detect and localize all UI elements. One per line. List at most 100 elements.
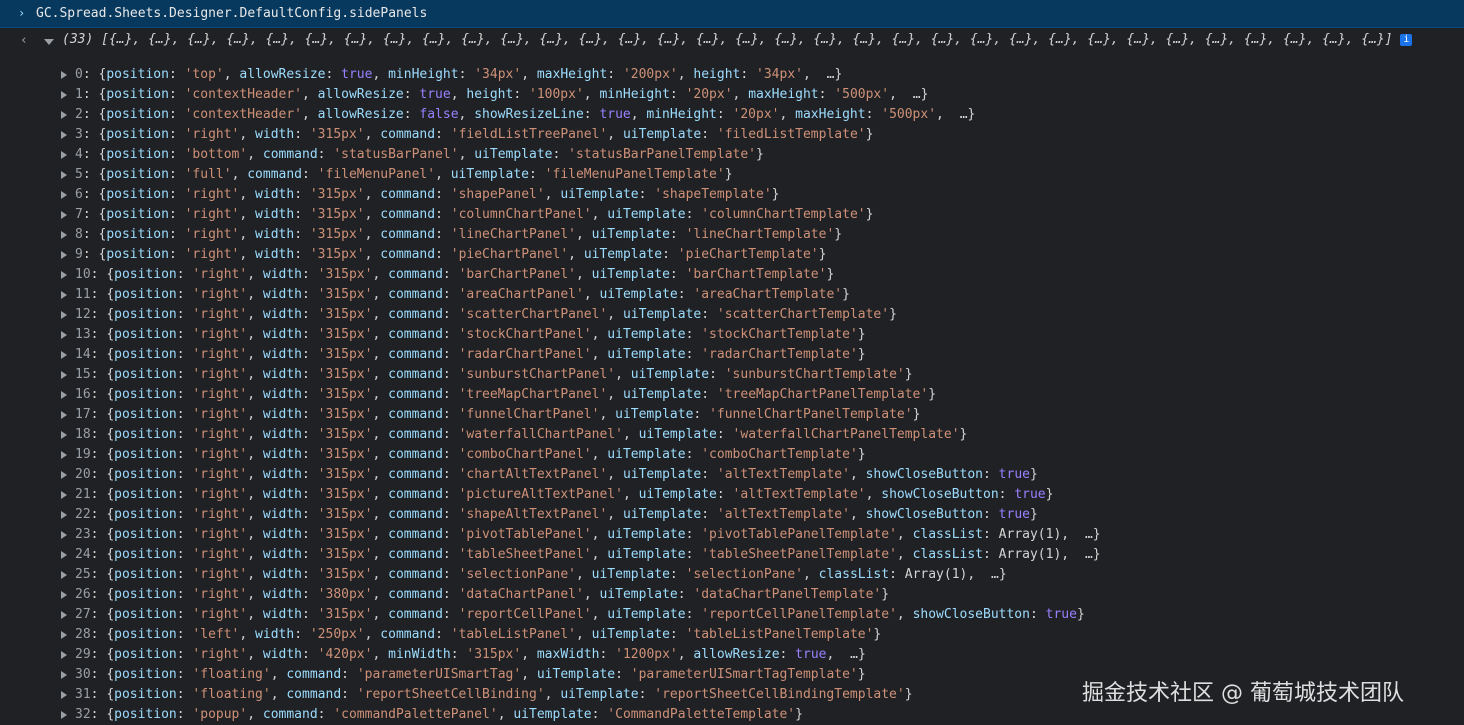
console-entry-row[interactable]: 3: {position: 'right', width: '315px', c… — [0, 125, 1464, 145]
expand-arrow-icon[interactable] — [61, 451, 67, 459]
console-entry-row[interactable]: 15: {position: 'right', width: '315px', … — [0, 365, 1464, 385]
console-input-line[interactable]: › GC.Spread.Sheets.Designer.DefaultConfi… — [0, 0, 1464, 28]
console-entry-row[interactable]: 27: {position: 'right', width: '315px', … — [0, 605, 1464, 625]
property-value: 'full' — [184, 167, 232, 182]
console-entry-row[interactable]: 9: {position: 'right', width: '315px', c… — [0, 245, 1464, 265]
expand-arrow-icon[interactable] — [61, 91, 67, 99]
property-key: uiTemplate — [630, 367, 710, 382]
console-entry-row[interactable]: 12: {position: 'right', width: '315px', … — [0, 305, 1464, 325]
expand-arrow-icon[interactable] — [61, 191, 67, 199]
expand-arrow-icon[interactable] — [61, 471, 67, 479]
property-key: maxHeight — [536, 67, 608, 82]
expand-arrow-icon[interactable] — [61, 211, 67, 219]
property-key: maxWidth — [536, 647, 600, 662]
expand-arrow-icon[interactable] — [61, 591, 67, 599]
console-entry-row[interactable]: 21: {position: 'right', width: '315px', … — [0, 485, 1464, 505]
entry-content: 27: {position: 'right', width: '315px', … — [75, 607, 1085, 622]
expand-arrow-icon[interactable] — [61, 491, 67, 499]
entry-index: 30 — [75, 667, 91, 682]
console-entry-row[interactable]: 28: {position: 'left', width: '250px', c… — [0, 625, 1464, 645]
console-entry-row[interactable]: 11: {position: 'right', width: '315px', … — [0, 285, 1464, 305]
expand-arrow-icon[interactable] — [61, 431, 67, 439]
expand-arrow-icon[interactable] — [61, 231, 67, 239]
expand-arrow-icon[interactable] — [61, 671, 67, 679]
console-entry-row[interactable]: 20: {position: 'right', width: '315px', … — [0, 465, 1464, 485]
expand-arrow-icon[interactable] — [61, 691, 67, 699]
array-summary[interactable]: (33) [{…}, {…}, {…}, {…}, {…}, {…}, {…},… — [62, 30, 1456, 49]
expand-arrow-icon[interactable] — [61, 111, 67, 119]
property-key: uiTemplate — [607, 447, 686, 462]
expand-arrow-icon[interactable] — [61, 351, 67, 359]
console-entry-row[interactable]: 32: {position: 'popup', command: 'comman… — [0, 705, 1464, 725]
property-key: uiTemplate — [615, 407, 694, 422]
console-entry-row[interactable]: 5: {position: 'full', command: 'fileMenu… — [0, 165, 1464, 185]
expand-arrow-icon[interactable] — [61, 171, 67, 179]
property-value: 'right' — [192, 567, 248, 582]
property-key: uiTemplate — [622, 307, 702, 322]
property-value: true — [1045, 607, 1077, 622]
expand-triangle-icon[interactable] — [44, 39, 54, 45]
property-value: 'columnChartPanel' — [450, 207, 592, 222]
console-entry-row[interactable]: 13: {position: 'right', width: '315px', … — [0, 325, 1464, 345]
entry-index: 18 — [75, 427, 91, 442]
expand-arrow-icon[interactable] — [61, 531, 67, 539]
console-entry-row[interactable]: 10: {position: 'right', width: '315px', … — [0, 265, 1464, 285]
console-entry-row[interactable]: 14: {position: 'right', width: '315px', … — [0, 345, 1464, 365]
console-entry-row[interactable]: 8: {position: 'right', width: '315px', c… — [0, 225, 1464, 245]
entry-content: 16: {position: 'right', width: '315px', … — [75, 387, 937, 402]
expand-arrow-icon[interactable] — [61, 331, 67, 339]
property-value: 'commandPalettePanel' — [333, 707, 498, 722]
console-entry-row[interactable]: 29: {position: 'right', width: '420px', … — [0, 645, 1464, 665]
entry-index: 24 — [75, 547, 91, 562]
expand-arrow-icon[interactable] — [61, 71, 67, 79]
ellipsis: … — [826, 67, 835, 82]
expand-arrow-icon[interactable] — [61, 511, 67, 519]
expand-arrow-icon[interactable] — [61, 151, 67, 159]
expand-arrow-icon[interactable] — [61, 291, 67, 299]
entry-content: 29: {position: 'right', width: '420px', … — [75, 647, 866, 662]
expand-arrow-icon[interactable] — [61, 371, 67, 379]
expand-arrow-icon[interactable] — [61, 571, 67, 579]
console-entry-row[interactable]: 25: {position: 'right', width: '315px', … — [0, 565, 1464, 585]
expand-arrow-icon[interactable] — [61, 131, 67, 139]
info-icon[interactable]: i — [1400, 33, 1413, 46]
console-entry-row[interactable]: 17: {position: 'right', width: '315px', … — [0, 405, 1464, 425]
property-key: position — [114, 667, 177, 682]
console-entry-row[interactable]: 19: {position: 'right', width: '315px', … — [0, 445, 1464, 465]
console-entry-row[interactable]: 16: {position: 'right', width: '315px', … — [0, 385, 1464, 405]
expand-arrow-icon[interactable] — [61, 391, 67, 399]
console-entry-row[interactable]: 7: {position: 'right', width: '315px', c… — [0, 205, 1464, 225]
property-value: 'lineChartPanel' — [450, 227, 576, 242]
property-value: '315px' — [317, 347, 373, 362]
console-entry-row[interactable]: 26: {position: 'right', width: '380px', … — [0, 585, 1464, 605]
expand-arrow-icon[interactable] — [61, 311, 67, 319]
console-entry-row[interactable]: 1: {position: 'contextHeader', allowResi… — [0, 85, 1464, 105]
expand-arrow-icon[interactable] — [61, 651, 67, 659]
property-value: 'floating' — [192, 687, 271, 702]
property-key: command — [262, 707, 318, 722]
expand-arrow-icon[interactable] — [61, 251, 67, 259]
console-entry-row[interactable]: 2: {position: 'contextHeader', allowResi… — [0, 105, 1464, 125]
property-key: position — [114, 487, 177, 502]
console-entry-row[interactable]: 0: {position: 'top', allowResize: true, … — [0, 65, 1464, 85]
console-entry-row[interactable]: 6: {position: 'right', width: '315px', c… — [0, 185, 1464, 205]
property-value: '315px' — [317, 487, 373, 502]
expand-arrow-icon[interactable] — [61, 551, 67, 559]
expand-arrow-icon[interactable] — [61, 711, 67, 719]
console-entry-row[interactable]: 23: {position: 'right', width: '315px', … — [0, 525, 1464, 545]
property-value: '315px' — [317, 567, 373, 582]
expand-arrow-icon[interactable] — [61, 611, 67, 619]
ellipsis: … — [850, 647, 858, 662]
console-entry-row[interactable]: 4: {position: 'bottom', command: 'status… — [0, 145, 1464, 165]
property-key: uiTemplate — [583, 247, 663, 262]
console-entry-row[interactable]: 22: {position: 'right', width: '315px', … — [0, 505, 1464, 525]
expand-arrow-icon[interactable] — [61, 411, 67, 419]
property-key: width — [262, 647, 303, 662]
expand-arrow-icon[interactable] — [61, 271, 67, 279]
console-entry-row[interactable]: 24: {position: 'right', width: '315px', … — [0, 545, 1464, 565]
expand-arrow-icon[interactable] — [61, 631, 67, 639]
property-key: width — [262, 427, 303, 442]
console-entry-row[interactable]: 18: {position: 'right', width: '315px', … — [0, 425, 1464, 445]
property-key: position — [114, 527, 177, 542]
property-key: uiTemplate — [622, 387, 702, 402]
